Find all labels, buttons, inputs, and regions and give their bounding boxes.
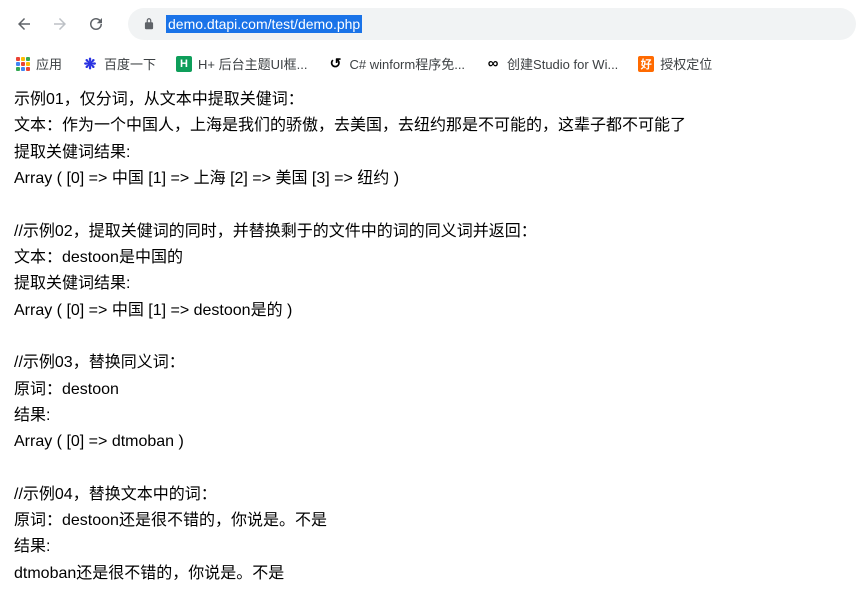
page-content: 示例01，仅分词，从文本中提取关健词： 文本：作为一个中国人，上海是我们的骄傲，… <box>0 79 868 595</box>
ex1-title: 示例01，仅分词，从文本中提取关健词： <box>14 87 854 113</box>
bookmark-auth[interactable]: 好 授权定位 <box>638 54 712 73</box>
bookmark-label: 百度一下 <box>104 54 156 73</box>
reload-icon <box>87 15 105 33</box>
bookmark-label: 创建Studio for Wi... <box>507 54 618 73</box>
back-button[interactable] <box>12 12 36 36</box>
studio-icon: ∞ <box>485 56 501 72</box>
bookmark-label: H+ 后台主题UI框... <box>198 54 307 73</box>
arrow-left-icon <box>15 15 33 33</box>
apps-label: 应用 <box>36 54 62 73</box>
ex3-result-label: 结果: <box>14 403 854 429</box>
apps-icon <box>16 57 30 71</box>
ex2-result: Array ( [0] => 中国 [1] => destoon是的 ) <box>14 298 854 324</box>
bookmark-studio[interactable]: ∞ 创建Studio for Wi... <box>485 54 618 73</box>
forward-button[interactable] <box>48 12 72 36</box>
ex4-result-label: 结果: <box>14 534 854 560</box>
bookmark-hplus[interactable]: H H+ 后台主题UI框... <box>176 54 307 73</box>
ex1-result-label: 提取关健词结果: <box>14 140 854 166</box>
spacer <box>14 193 854 219</box>
ex2-title: //示例02，提取关健词的同时，并替换剩于的文件中的词的同义词并返回： <box>14 219 854 245</box>
bookmark-label: 授权定位 <box>660 54 712 73</box>
address-bar[interactable]: demo.dtapi.com/test/demo.php <box>128 8 856 40</box>
bookmark-label: C# winform程序免... <box>349 54 465 73</box>
spacer <box>14 456 854 482</box>
csharp-icon: ↺ <box>327 56 343 72</box>
baidu-icon: ❋ <box>82 56 98 72</box>
bookmark-baidu[interactable]: ❋ 百度一下 <box>82 54 156 73</box>
ex2-result-label: 提取关健词结果: <box>14 271 854 297</box>
ex4-text: 原词：destoon还是很不错的，你说是。不是 <box>14 508 854 534</box>
hao-icon: 好 <box>638 56 654 72</box>
bookmark-csharp[interactable]: ↺ C# winform程序免... <box>327 54 465 73</box>
ex1-text: 文本：作为一个中国人，上海是我们的骄傲，去美国，去纽约那是不可能的，这辈子都不可… <box>14 113 854 139</box>
url-text: demo.dtapi.com/test/demo.php <box>166 15 362 33</box>
apps-button[interactable]: 应用 <box>16 54 62 73</box>
spacer <box>14 324 854 350</box>
ex3-text: 原词：destoon <box>14 377 854 403</box>
ex3-result: Array ( [0] => dtmoban ) <box>14 429 854 455</box>
reload-button[interactable] <box>84 12 108 36</box>
browser-toolbar: demo.dtapi.com/test/demo.php <box>0 0 868 48</box>
lock-icon <box>142 17 156 31</box>
arrow-right-icon <box>51 15 69 33</box>
bookmarks-bar: 应用 ❋ 百度一下 H H+ 后台主题UI框... ↺ C# winform程序… <box>0 48 868 79</box>
ex4-result: dtmoban还是很不错的，你说是。不是 <box>14 561 854 587</box>
h-icon: H <box>176 56 192 72</box>
ex4-title: //示例04，替换文本中的词： <box>14 482 854 508</box>
ex1-result: Array ( [0] => 中国 [1] => 上海 [2] => 美国 [3… <box>14 166 854 192</box>
ex3-title: //示例03，替换同义词： <box>14 350 854 376</box>
ex2-text: 文本：destoon是中国的 <box>14 245 854 271</box>
